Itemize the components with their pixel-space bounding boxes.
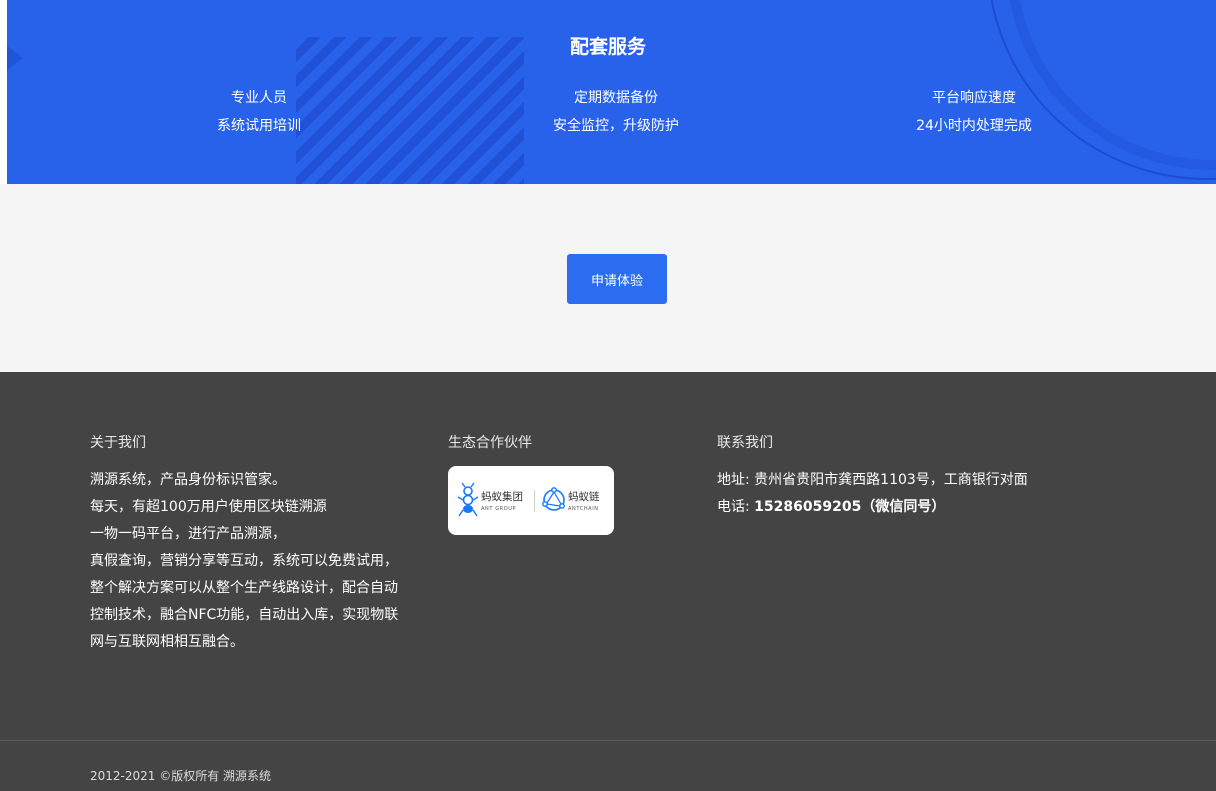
copyright-text: 2012-2021 ©版权所有 溯源系统	[90, 769, 272, 783]
antchain-logo: 蚂蚁链 ANTCHAIN	[542, 487, 600, 512]
service-line-2: 安全监控，升级防护	[553, 118, 679, 134]
address-value: 贵州省贵阳市龚西路1103号，工商银行对面	[754, 472, 1028, 488]
address-label: 地址:	[717, 472, 750, 488]
service-line-1: 定期数据备份	[574, 90, 658, 106]
ant-group-cn: 蚂蚁集团	[481, 490, 523, 503]
services-title: 配套服务	[569, 36, 646, 58]
footer: 关于我们 溯源系统，产品身份标识管家。 每天，有超100万用户使用区块链溯源 一…	[0, 372, 1216, 791]
service-item-backup: 定期数据备份 安全监控，升级防护	[516, 84, 716, 140]
partners-title: 生态合作伙伴	[448, 435, 532, 451]
contact-phone: 电话: 15286059205（微信同号）	[717, 494, 1028, 521]
ant-group-logo: 蚂蚁集团 ANT GROUP	[457, 482, 523, 517]
logo-divider	[534, 490, 535, 512]
antchain-en: ANTCHAIN	[568, 506, 599, 512]
contact-info: 地址: 贵州省贵阳市龚西路1103号，工商银行对面 电话: 1528605920…	[717, 467, 1028, 521]
phone-value: 15286059205（微信同号）	[754, 499, 946, 515]
about-line: 溯源系统，产品身份标识管家。	[90, 472, 286, 488]
partner-logo-card[interactable]: 蚂蚁集团 ANT GROUP 蚂蚁链 ANTCHAIN	[448, 466, 614, 535]
about-line: 网与互联网相相互融合。	[90, 634, 244, 650]
about-description: 溯源系统，产品身份标识管家。 每天，有超100万用户使用区块链溯源 一物一码平台…	[90, 467, 435, 656]
about-line: 控制技术，融合NFC功能，自动出入库，实现物联	[90, 607, 399, 623]
about-line: 真假查询，营销分享等互动，系统可以免费试用，	[90, 553, 398, 569]
about-line: 一物一码平台，进行产品溯源，	[90, 526, 286, 542]
phone-label: 电话:	[717, 499, 750, 515]
about-line: 整个解决方案可以从整个生产线路设计，配合自动	[90, 580, 398, 596]
about-title: 关于我们	[90, 435, 146, 451]
cta-section: 申请体验	[0, 184, 1216, 372]
service-item-response: 平台响应速度 24小时内处理完成	[874, 84, 1074, 140]
apply-trial-button[interactable]: 申请体验	[567, 254, 667, 304]
antchain-cn: 蚂蚁链	[568, 490, 600, 503]
service-line-2: 系统试用培训	[217, 118, 301, 134]
service-line-2: 24小时内处理完成	[916, 118, 1032, 134]
contact-address: 地址: 贵州省贵阳市龚西路1103号，工商银行对面	[717, 467, 1028, 494]
service-line-1: 平台响应速度	[932, 90, 1016, 106]
contact-title: 联系我们	[717, 435, 773, 451]
about-line: 每天，有超100万用户使用区块链溯源	[90, 499, 327, 515]
footer-divider	[0, 740, 1216, 741]
service-line-1: 专业人员	[231, 90, 287, 106]
ant-group-en: ANT GROUP	[481, 506, 516, 512]
service-item-staff: 专业人员 系统试用培训	[159, 84, 359, 140]
